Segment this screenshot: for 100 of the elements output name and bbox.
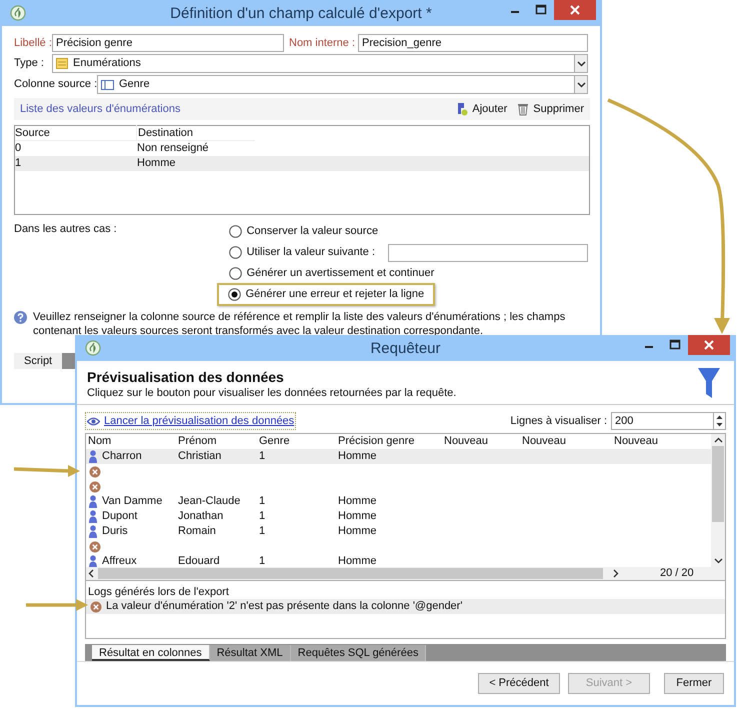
label-input[interactable]: Précision genre — [52, 34, 284, 52]
row-counter: 20 / 20 — [660, 566, 694, 582]
logs-title: Logs générés lors de l'export — [87, 585, 230, 600]
add-button[interactable]: Ajouter — [456, 100, 508, 118]
tab[interactable]: Résultat en colonnes — [92, 644, 210, 661]
field-label: Nom interne : — [289, 36, 356, 51]
type-select[interactable]: Enumérations — [52, 54, 588, 73]
table-cell-text: 1 — [15, 156, 22, 172]
tab[interactable]: Script — [14, 353, 62, 369]
table-row[interactable]: 0 Non renseigné — [15, 141, 589, 156]
tab[interactable]: Requêtes SQL générées — [290, 644, 426, 661]
eye-icon — [87, 416, 100, 426]
column-header: Source — [15, 126, 51, 141]
grid-cell-text: Jean-Claude — [178, 494, 240, 510]
radio-option[interactable]: Utiliser la valeur suivante : — [228, 244, 375, 261]
chevron-down-icon — [576, 82, 586, 88]
window-title: Requêteur — [370, 339, 441, 359]
grid-cell-text: Romain — [178, 524, 216, 540]
column-header: Prénom — [177, 434, 218, 450]
column-header: Nouveau — [613, 434, 660, 450]
grid-row[interactable]: Dupont Jonathan 1 Homme — [86, 509, 711, 524]
add-icon — [456, 102, 468, 116]
trash-icon — [517, 102, 530, 116]
close-icon — [570, 5, 580, 15]
other-cases-label: Dans les autres cas : — [14, 222, 118, 237]
scroll-right-icon — [613, 569, 619, 578]
column-header: Nom — [87, 434, 112, 450]
close-button[interactable] — [554, 0, 596, 20]
section-heading: Prévisualisation des données — [87, 368, 285, 386]
column-header: Nouveau — [521, 434, 568, 450]
radio-option[interactable]: Conserver la valeur source — [228, 223, 378, 240]
column-header: Destination — [136, 124, 255, 142]
radio-option[interactable]: Générer une erreur et rejeter la ligne — [228, 286, 424, 303]
error-icon — [89, 480, 101, 493]
funnel-icon — [698, 368, 720, 398]
grid-cell-text: Edouard — [178, 554, 220, 568]
table-cell-text: Homme — [137, 156, 176, 172]
help-text: Veuillez renseigner la colonne source de référence et remplir la liste des valeurs d'énumérations ; les champs contenant les valeurs sources seront transformés avec la valeur destination correspondante. — [33, 310, 566, 338]
grid-cell-text: Dupont — [102, 509, 138, 524]
column-icon — [101, 80, 114, 90]
grid-cell-text: Homme — [338, 494, 377, 510]
table-cell-text: Non renseigné — [137, 141, 209, 156]
section-subtitle: Cliquez sur le bouton pour visualiser les données retournées par la requête. — [87, 386, 456, 400]
help-icon — [14, 311, 27, 324]
dialog-button[interactable]: < Précédent — [478, 672, 560, 694]
field-label: Colonne source : — [14, 77, 97, 92]
person-icon — [88, 525, 98, 538]
error-icon — [90, 600, 102, 613]
preview-link[interactable]: Lancer la prévisualisation des données — [85, 412, 296, 430]
error-icon — [89, 540, 101, 553]
radio-option[interactable]: Générer un avertissement et continuer — [228, 265, 434, 282]
grid-cell-text: Homme — [338, 449, 377, 464]
person-icon — [88, 495, 98, 508]
grid-row[interactable]: Duris Romain 1 Homme — [86, 524, 711, 540]
pointer-arrow — [26, 599, 88, 611]
grid-cell-text: Charron — [102, 449, 142, 464]
app-logo-icon — [85, 340, 101, 356]
source-column-select[interactable]: Genre — [97, 75, 588, 94]
grid-cell-text: Affreux — [102, 554, 137, 568]
field-label: Libellé : — [14, 36, 52, 51]
grid-cell-text: Homme — [338, 524, 377, 540]
grid-cell-text: Homme — [338, 554, 377, 568]
window-title: Définition d'un champ calculé d'export * — [170, 4, 432, 24]
grid-cell-text: Duris — [102, 524, 128, 540]
app-logo-icon — [10, 5, 26, 21]
grid-cell-text: Jonathan — [178, 509, 224, 524]
grid-row[interactable]: Van Damme Jean-Claude 1 Homme — [86, 494, 711, 510]
log-entry: La valeur d'énumération '2' n'est pas présente dans la colonne '@gender' — [106, 599, 462, 614]
grid-cell-text: Christian — [178, 449, 222, 464]
lines-spin-field[interactable]: 200 — [611, 412, 726, 430]
column-header: Genre — [258, 434, 291, 450]
chevron-down-icon — [576, 60, 586, 66]
table-cell-text: 0 — [15, 141, 22, 156]
person-icon — [88, 555, 98, 568]
grid-row[interactable]: Charron Christian 1 Homme — [86, 449, 711, 464]
vertical-scrollbar[interactable] — [711, 434, 725, 568]
field-label: Type : — [14, 56, 45, 72]
grid-cell-text: 1 — [259, 524, 266, 540]
table-row[interactable]: 1 Homme — [15, 156, 589, 171]
value-input[interactable] — [388, 244, 588, 262]
list-title: Liste des valeurs d'énumérations — [20, 102, 180, 117]
column-header: Nouveau — [443, 434, 490, 450]
pointer-arrow — [14, 465, 80, 477]
error-icon — [89, 466, 101, 478]
person-icon — [88, 450, 98, 464]
grid-cell-text: 1 — [259, 494, 266, 510]
delete-button[interactable]: Supprimer — [517, 100, 584, 118]
close-icon — [704, 340, 714, 350]
list-icon — [56, 58, 68, 69]
internal-name-input[interactable]: Precision_genre — [358, 34, 588, 52]
lines-label: Lignes à visualiser : — [510, 414, 607, 429]
grid-row[interactable]: Affreux Edouard 1 Homme — [86, 554, 711, 568]
grid-cell-text: 1 — [259, 554, 266, 568]
dialog-button[interactable]: Fermer — [664, 672, 724, 694]
column-header: Précision genre — [337, 434, 416, 450]
tab[interactable]: Résultat XML — [210, 644, 291, 661]
grid-cell-text: Homme — [338, 509, 377, 524]
grid-cell-text: 1 — [259, 449, 266, 464]
close-button[interactable] — [688, 335, 730, 355]
grid-cell-text: 1 — [259, 509, 266, 524]
